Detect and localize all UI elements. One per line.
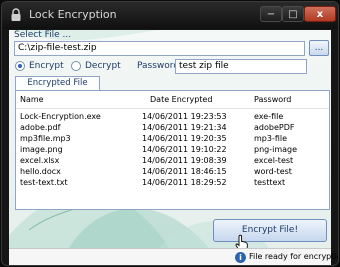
cell-password: exe-file [254,112,284,121]
cell-password: word-test [254,167,292,176]
encrypt-radio[interactable] [15,61,25,71]
window-title: Lock Encryption [29,8,117,21]
table-row[interactable]: adobe.pdf 14/06/2011 19:21:34 adobePDF [16,122,329,133]
cell-name: mp3file.mp3 [20,134,71,143]
table-row[interactable]: excel.xlsx 14/06/2011 19:08:39 excel-tes… [16,155,329,166]
cell-name: test-text.txt [20,178,68,187]
maximize-button[interactable]: □ [282,6,304,22]
table-row[interactable]: mp3file.mp3 14/06/2011 19:20:35 mp3-file [16,133,329,144]
padlock-icon [11,8,21,21]
cell-name: adobe.pdf [20,123,61,132]
history-table: Name Date Encrypted Password Lock-Encryp… [15,90,330,210]
cell-password: excel-test [254,156,294,165]
select-file-label: Select File ... [14,30,72,40]
file-path-input[interactable]: C:\zip-file-test.zip [14,41,305,56]
decrypt-radio[interactable] [71,61,81,71]
close-button[interactable]: x [304,6,336,22]
cell-date: 14/06/2011 19:20:35 [142,134,227,143]
cell-name: Lock-Encryption.exe [20,112,101,121]
table-row[interactable]: hello.docx 14/06/2011 18:46:15 word-test [16,166,329,177]
cell-password: adobePDF [254,123,295,132]
minimize-button[interactable]: − [260,6,282,22]
status-bar: i File ready for encryption [9,248,338,265]
maximize-icon: □ [288,9,298,20]
cell-date: 14/06/2011 18:46:15 [142,167,227,176]
table-row[interactable]: image.png 14/06/2011 19:10:22 png-image [16,144,329,155]
cell-name: hello.docx [20,167,61,176]
browse-button[interactable]: ... [309,40,329,56]
status-text: File ready for encryption [249,252,339,261]
table-row[interactable]: test-text.txt 14/06/2011 18:29:52 testte… [16,177,329,188]
table-header: Name Date Encrypted Password [16,91,329,109]
cell-name: image.png [20,145,63,154]
title-bar: Lock Encryption − □ x [2,2,338,29]
cell-password: mp3-file [254,134,288,143]
cell-date: 14/06/2011 19:08:39 [142,156,227,165]
cell-date: 14/06/2011 19:23:53 [142,112,227,121]
main-panel: Select File ... C:\zip-file-test.zip ...… [9,30,331,248]
cell-password: testtext [254,178,286,187]
cell-date: 14/06/2011 18:29:52 [142,178,227,187]
hand-cursor-icon [235,234,248,248]
info-icon: i [235,252,246,263]
tab-encrypted-file-history[interactable]: Encrypted File History [15,76,100,101]
cell-date: 14/06/2011 19:10:22 [142,145,227,154]
column-header-password[interactable]: Password [254,95,291,104]
column-header-date[interactable]: Date Encrypted [150,95,212,104]
cell-date: 14/06/2011 19:21:34 [142,123,227,132]
decrypt-label: Decrypt [85,61,121,71]
encrypt-file-button[interactable]: Encrypt File! [213,219,327,242]
minimize-icon: − [266,9,276,20]
password-input[interactable]: test zip file [175,59,307,74]
table-row[interactable]: Lock-Encryption.exe 14/06/2011 19:23:53 … [16,111,329,122]
cell-name: excel.xlsx [20,156,60,165]
encrypt-label: Encrypt [29,61,64,71]
cell-password: png-image [254,145,298,154]
app-window: Lock Encryption − □ x Select File ... C:… [1,1,339,266]
close-icon: x [316,9,324,20]
password-label: Password [137,61,180,71]
column-header-name[interactable]: Name [20,95,44,104]
